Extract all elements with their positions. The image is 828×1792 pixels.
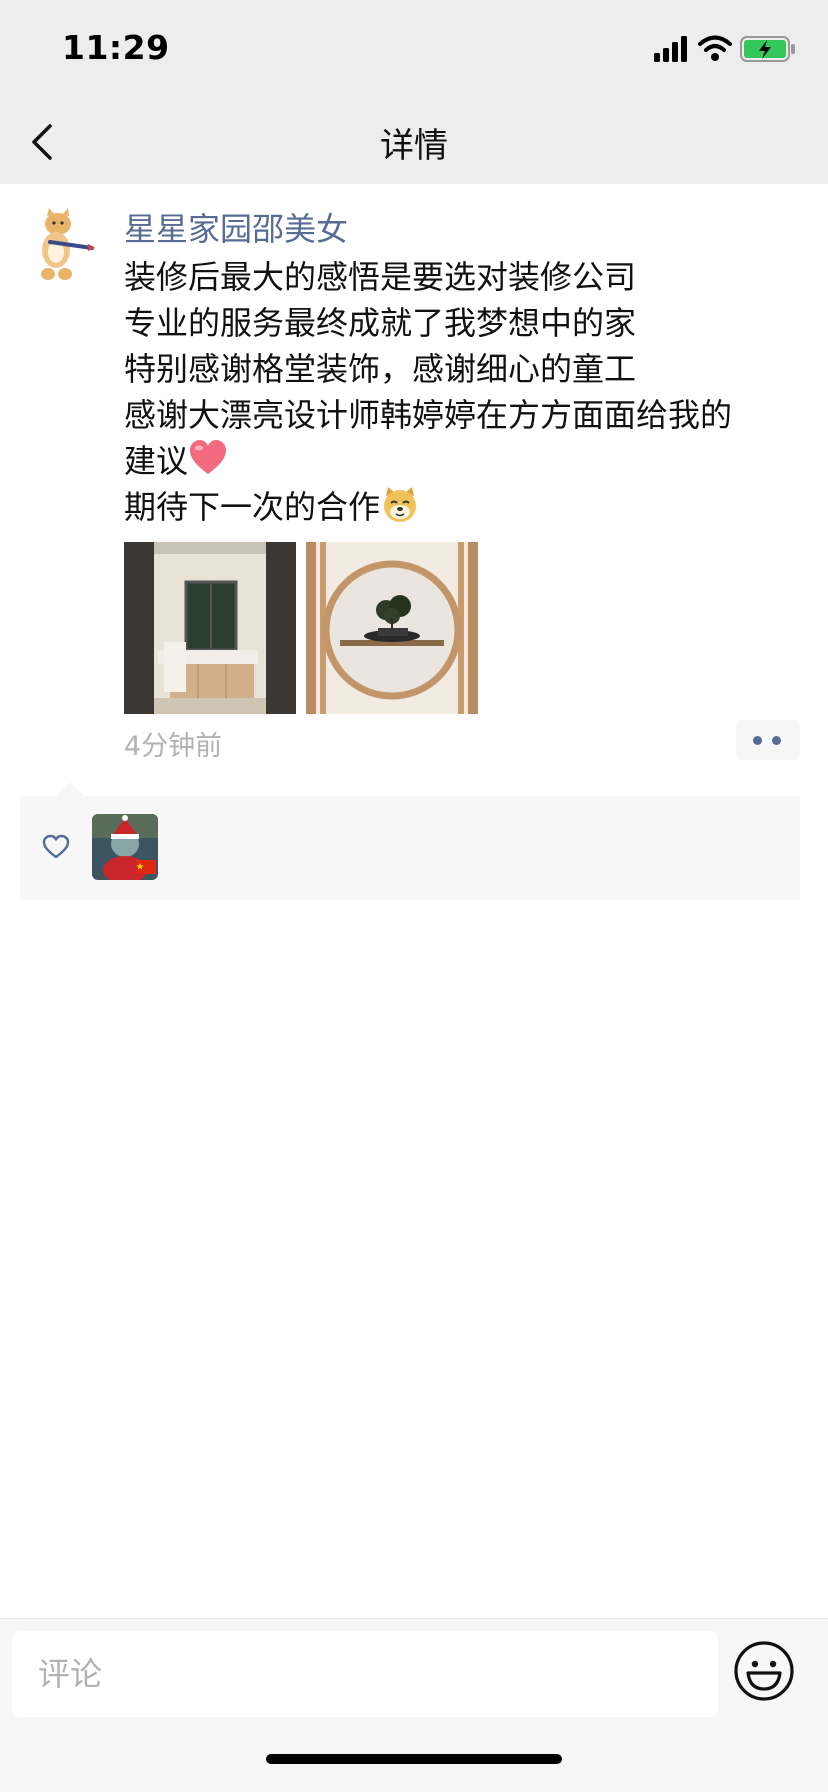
cellular-signal-icon	[654, 36, 687, 62]
comment-bar	[0, 1618, 828, 1792]
heart-outline-icon	[42, 834, 70, 859]
likes-panel	[20, 782, 800, 900]
dot-icon	[753, 736, 762, 745]
navigation-bar: 详情	[0, 100, 828, 184]
emoji-face-icon[interactable]	[732, 1639, 796, 1703]
doge-emoji-icon	[384, 487, 417, 522]
post-text-line: 特别感谢格堂装饰，感谢细心的童工	[124, 350, 637, 388]
likes-panel-arrow	[56, 782, 84, 796]
post-text-line: 专业的服务最终成就了我梦想中的家	[124, 304, 637, 342]
post-text-line: 装修后最大的感悟是要选对装修公司	[124, 258, 637, 296]
post-text-line: 期待下一次的合作	[124, 488, 381, 526]
heart-emoji-icon	[190, 440, 227, 474]
dot-icon	[772, 736, 781, 745]
page-title: 详情	[380, 126, 448, 166]
post-text-line: 感谢大漂亮设计师韩婷婷在方方面面给我的	[124, 396, 733, 434]
post-actions-button[interactable]	[736, 720, 800, 760]
author-avatar[interactable]	[32, 206, 96, 284]
post-text: 装修后最大的感悟是要选对装修公司 专业的服务最终成就了我梦想中的家 特别感谢格堂…	[124, 254, 804, 530]
battery-charging-icon	[740, 36, 795, 62]
status-bar: 11:29	[0, 0, 828, 100]
home-indicator	[266, 1754, 562, 1764]
post-photo[interactable]	[306, 542, 478, 714]
post-text-line: 建议	[124, 442, 189, 480]
wifi-icon	[698, 35, 732, 61]
liker-avatar[interactable]	[92, 814, 158, 880]
post-timestamp: 4分钟前	[124, 731, 223, 762]
comment-input[interactable]	[12, 1631, 718, 1717]
status-time: 11:29	[62, 28, 170, 67]
post-photo[interactable]	[124, 542, 296, 714]
author-name[interactable]: 星星家园邵美女	[124, 204, 348, 250]
